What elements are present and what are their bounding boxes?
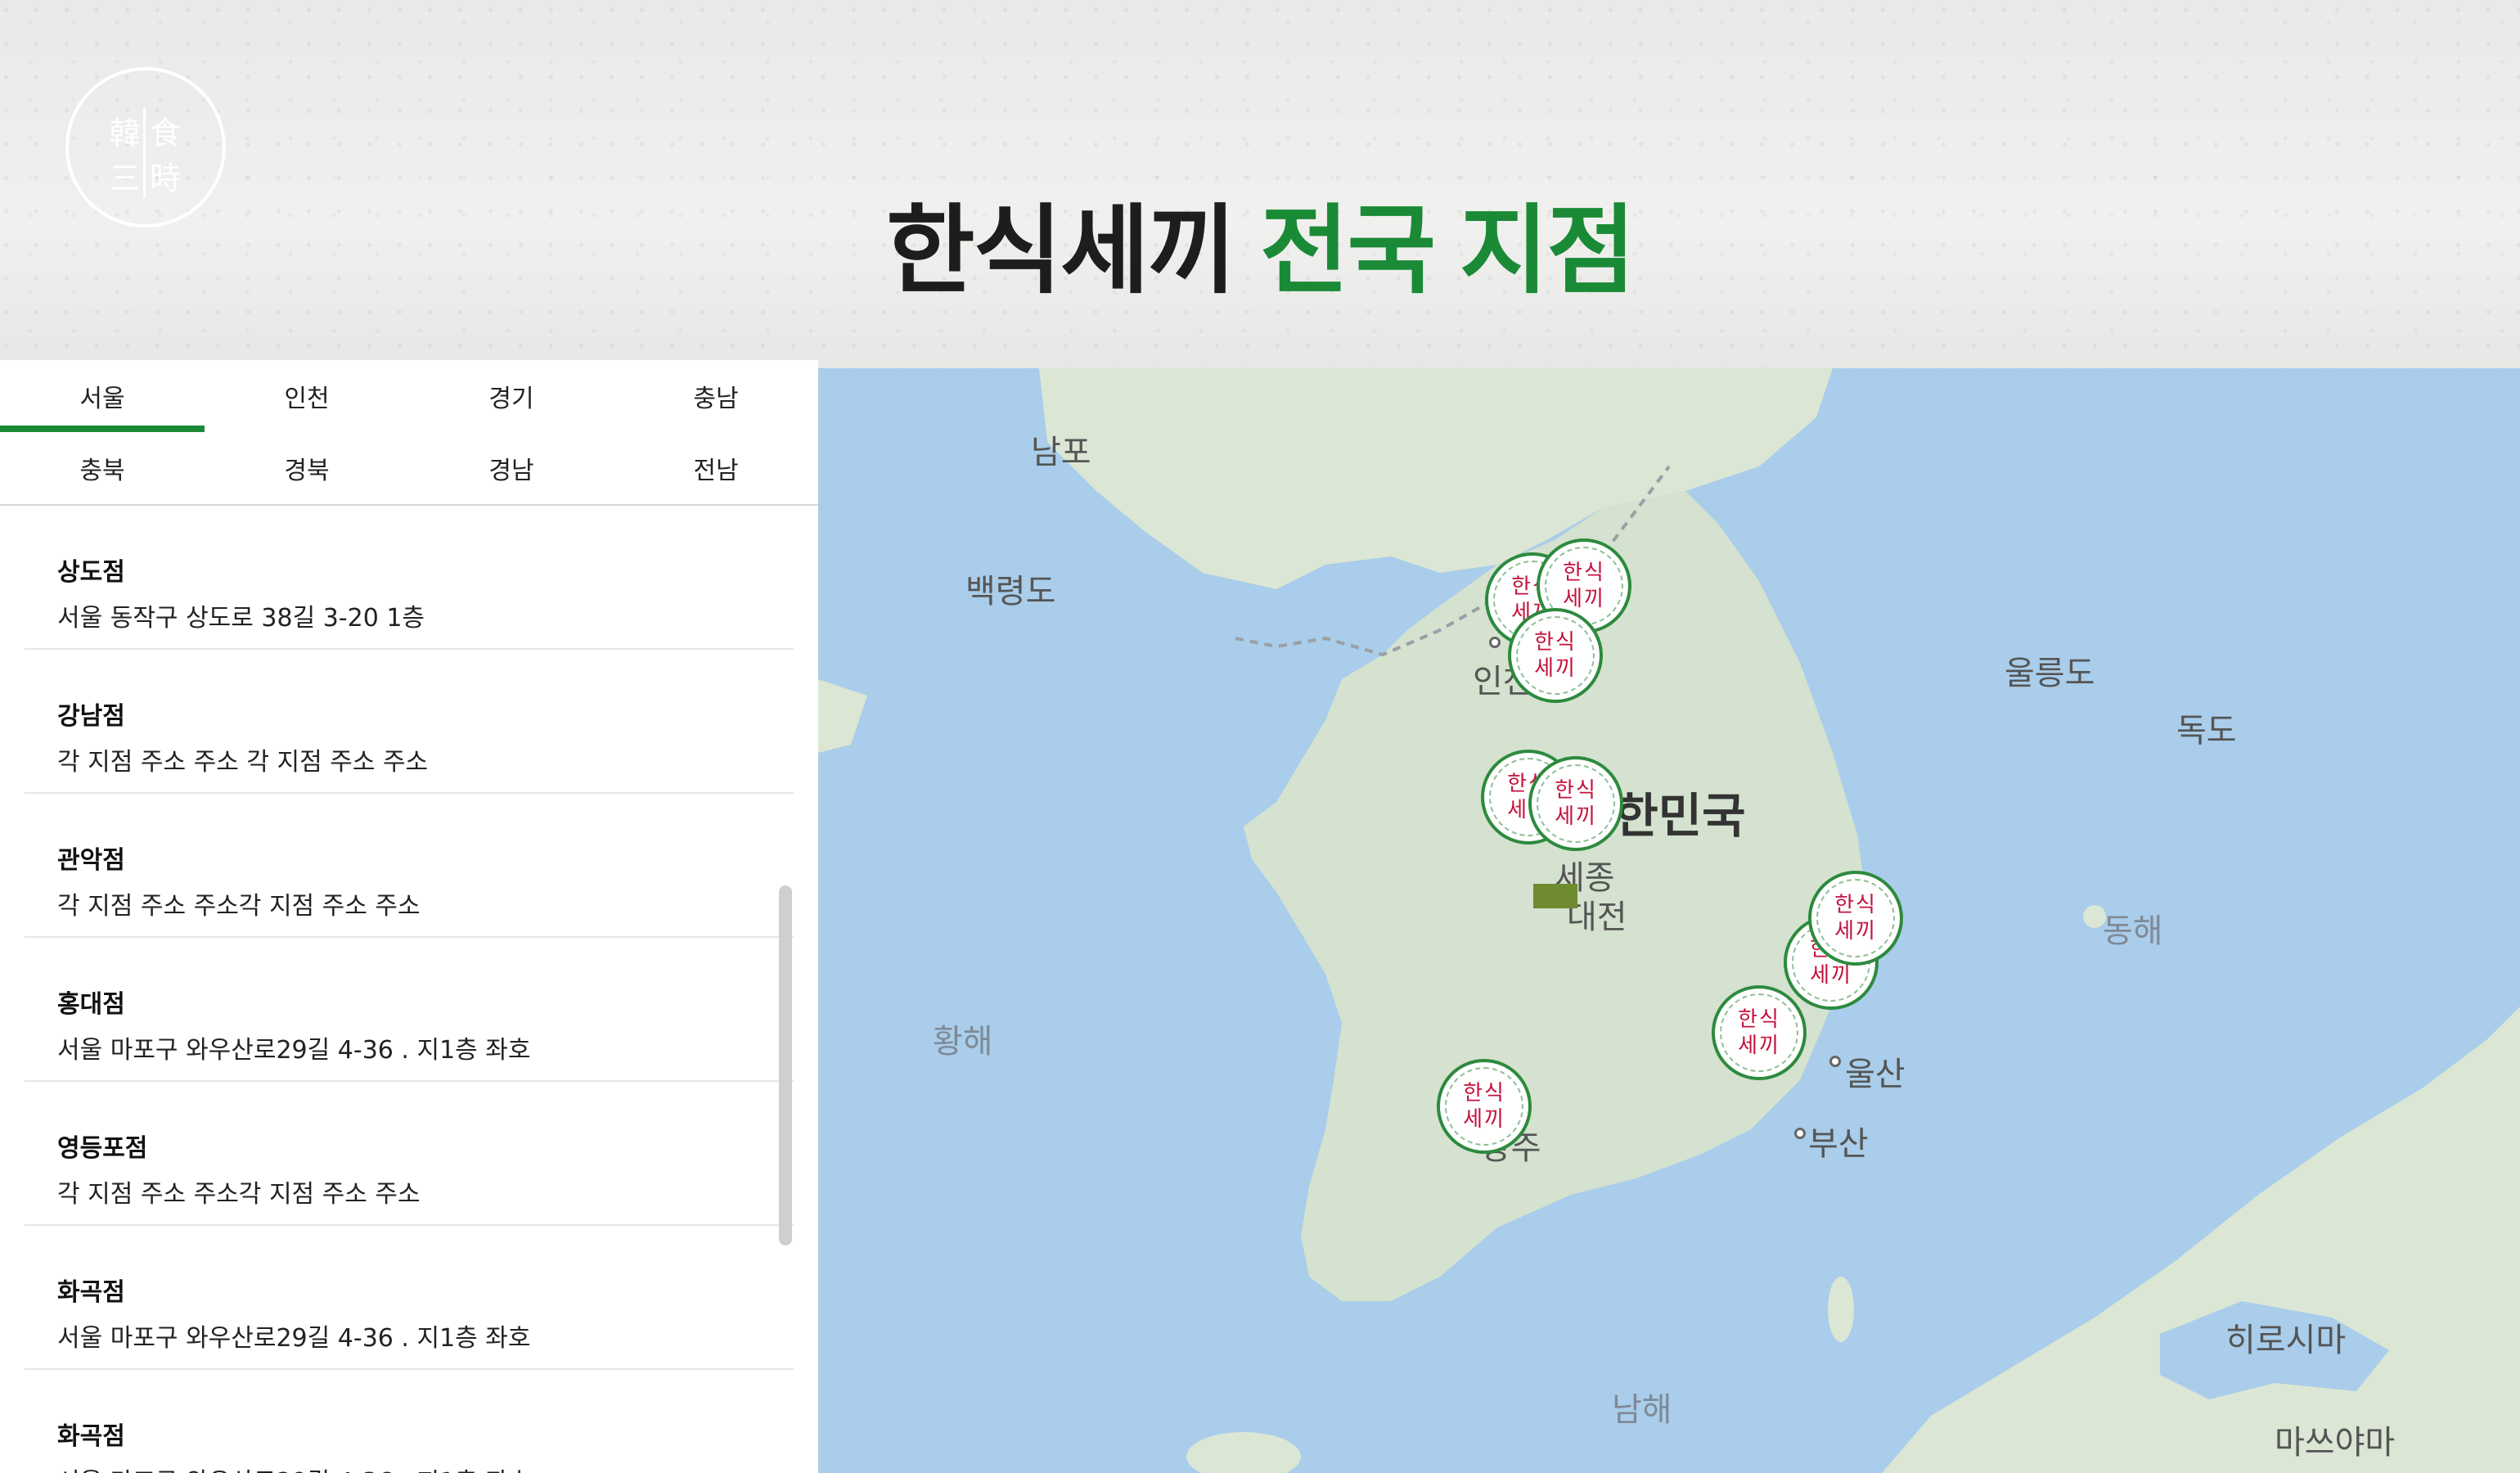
marker-text: 한식	[1738, 1007, 1780, 1032]
page-title-accent: 전국 지점	[1260, 197, 1636, 305]
store-name: 상도점	[57, 558, 125, 587]
store-address: 각 지점 주소 주소각 지점 주소 주소	[57, 1180, 421, 1209]
store-item[interactable]: 홍대점 서울 마포구 와우산로29길 4-36 . 지1층 좌호	[25, 938, 794, 1082]
marker-text: 세끼	[1555, 804, 1597, 829]
land-japan	[1882, 1007, 2520, 1473]
marker-text: 한식	[1534, 630, 1577, 655]
tab-incheon[interactable]: 인천	[205, 360, 409, 432]
map-label-baengnyeongdo: 백령도	[965, 573, 1056, 610]
island-tsushima	[1828, 1277, 1854, 1342]
store-name: 홍대점	[57, 990, 125, 1019]
marker-text: 세끼	[1738, 1034, 1780, 1058]
store-address: 각 지점 주소 주소 각 지점 주소 주소	[57, 748, 429, 777]
store-marker[interactable]: 한식 세끼	[1437, 1059, 1532, 1154]
map-label-busan: 부산	[1808, 1125, 1869, 1163]
store-name: 강남점	[57, 702, 125, 731]
tab-chungbuk[interactable]: 충북	[0, 432, 205, 504]
store-name: 영등포점	[57, 1134, 148, 1163]
map-label-dokdo: 독도	[2176, 712, 2237, 750]
tab-gyeongbuk[interactable]: 경북	[205, 432, 409, 504]
store-item[interactable]: 화곡점 서울 마포구 와우산로29길 4-36 . 지1층 좌호	[25, 1370, 794, 1473]
map-label-nampo: 남포	[1031, 434, 1091, 471]
store-address: 서울 마포구 와우산로29길 4-36 . 지1층 좌호	[57, 1036, 531, 1065]
store-marker[interactable]: 한식 세끼	[1808, 871, 1903, 966]
store-address: 서울 마포구 와우산로29길 4-36 . 지1층 좌호	[57, 1462, 794, 1473]
marker-text: 한식	[1555, 778, 1597, 803]
store-item[interactable]: 강남점 각 지점 주소 주소 각 지점 주소 주소	[25, 650, 794, 794]
tab-jeonnam[interactable]: 전남	[614, 432, 818, 504]
marker-text: 세끼	[1463, 1107, 1505, 1132]
marker-text: 세끼	[1563, 587, 1605, 611]
tab-gyeonggi[interactable]: 경기	[409, 360, 614, 432]
tab-seoul[interactable]: 서울	[0, 360, 205, 432]
map-label-south-sea: 남해	[1612, 1391, 1672, 1429]
store-marker[interactable]: 한식 세끼	[1528, 756, 1623, 851]
region-tabs: 서울 인천 경기 충남 충북 경북 경남 전남	[0, 360, 818, 506]
store-item[interactable]: 화곡점 서울 마포구 와우산로29길 4-36 . 지1층 좌호	[25, 1226, 794, 1370]
store-list: 상도점 서울 동작구 상도로 38길 3-20 1층 강남점 각 지점 주소 주…	[0, 506, 818, 1473]
tab-gyeongnam[interactable]: 경남	[409, 432, 614, 504]
map-land	[818, 368, 2520, 1473]
store-name: 화곡점	[57, 1422, 125, 1451]
marker-text: 세끼	[1534, 656, 1577, 681]
page-title-main: 한식세끼	[885, 197, 1236, 305]
land-jeju	[1186, 1432, 1301, 1473]
map-label-yellow-sea: 황해	[933, 1023, 993, 1061]
store-address: 서울 마포구 와우산로29길 4-36 . 지1층 좌호	[57, 1324, 531, 1353]
marker-text: 한식	[1463, 1081, 1505, 1106]
map-label-east-sea: 동해	[2103, 912, 2163, 950]
marker-text: 한식	[1563, 561, 1605, 585]
store-marker[interactable]: 한식 세끼	[1508, 608, 1603, 703]
marker-text: 한식	[1834, 893, 1877, 917]
marker-text: 세끼	[1810, 963, 1852, 988]
tab-chungnam[interactable]: 충남	[614, 360, 818, 432]
city-dot	[1794, 1128, 1806, 1139]
store-item[interactable]: 상도점 서울 동작구 상도로 38길 3-20 1층	[25, 506, 794, 650]
city-dot	[1489, 637, 1501, 648]
store-name: 화곡점	[57, 1278, 125, 1307]
map-label-hiroshima: 히로시마	[2225, 1322, 2347, 1359]
list-scrollbar[interactable]	[779, 885, 792, 1246]
map-label-matsuyama: 마쓰야마	[2275, 1424, 2396, 1462]
land-west	[818, 679, 867, 753]
page-title: 한식세끼 전국 지점	[0, 172, 2520, 312]
store-name: 관악점	[57, 846, 125, 875]
store-item[interactable]: 관악점 각 지점 주소 주소각 지점 주소 주소	[25, 794, 794, 938]
store-item[interactable]: 영등포점 각 지점 주소 주소각 지점 주소 주소	[25, 1082, 794, 1226]
map-label-ulsan: 울산	[1845, 1056, 1906, 1093]
map-highlight	[1533, 884, 1577, 908]
marker-text: 세끼	[1834, 919, 1877, 944]
store-list-panel: 서울 인천 경기 충남 충북 경북 경남 전남 상도점 서울 동작구 상도로 3…	[0, 360, 818, 1473]
store-marker[interactable]: 한식 세끼	[1712, 985, 1807, 1080]
store-address: 각 지점 주소 주소각 지점 주소 주소	[57, 892, 421, 921]
store-map[interactable]: 남포 백령도 인천 대한민국 세종 대전 울릉도 독도 동해 황해 울산 부산 …	[818, 368, 2520, 1473]
logo-char: 食	[149, 115, 181, 151]
logo-char: 韓	[106, 108, 146, 153]
map-label-ulleungdo: 울릉도	[2005, 655, 2095, 692]
city-dot	[1829, 1056, 1841, 1067]
store-address: 서울 동작구 상도로 38길 3-20 1층	[57, 604, 425, 633]
